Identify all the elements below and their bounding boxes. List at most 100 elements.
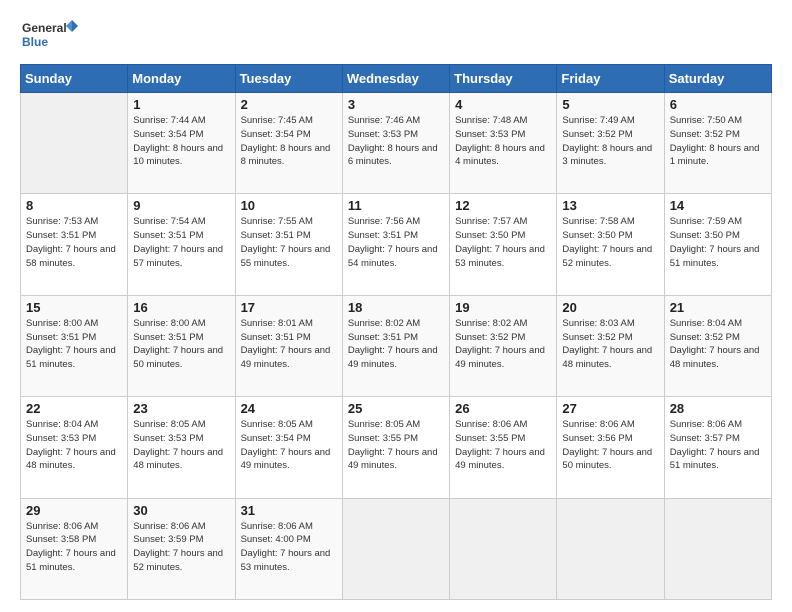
- calendar-week-5: 29 Sunrise: 8:06 AMSunset: 3:58 PMDaylig…: [21, 498, 772, 599]
- calendar-cell: 14 Sunrise: 7:59 AMSunset: 3:50 PMDaylig…: [664, 194, 771, 295]
- day-number: 22: [26, 401, 122, 416]
- calendar-cell: 22 Sunrise: 8:04 AMSunset: 3:53 PMDaylig…: [21, 397, 128, 498]
- day-info: Sunrise: 8:06 AMSunset: 3:56 PMDaylight:…: [562, 419, 652, 471]
- day-info: Sunrise: 8:05 AMSunset: 3:53 PMDaylight:…: [133, 419, 223, 471]
- day-number: 3: [348, 97, 444, 112]
- day-number: 10: [241, 198, 337, 213]
- calendar-cell: 21 Sunrise: 8:04 AMSunset: 3:52 PMDaylig…: [664, 295, 771, 396]
- day-info: Sunrise: 7:54 AMSunset: 3:51 PMDaylight:…: [133, 216, 223, 268]
- calendar-cell: 13 Sunrise: 7:58 AMSunset: 3:50 PMDaylig…: [557, 194, 664, 295]
- calendar-cell: 6 Sunrise: 7:50 AMSunset: 3:52 PMDayligh…: [664, 93, 771, 194]
- calendar-cell: 30 Sunrise: 8:06 AMSunset: 3:59 PMDaylig…: [128, 498, 235, 599]
- day-info: Sunrise: 8:06 AMSunset: 3:58 PMDaylight:…: [26, 521, 116, 573]
- calendar-cell: [21, 93, 128, 194]
- calendar-cell: 19 Sunrise: 8:02 AMSunset: 3:52 PMDaylig…: [450, 295, 557, 396]
- day-info: Sunrise: 7:56 AMSunset: 3:51 PMDaylight:…: [348, 216, 438, 268]
- day-number: 30: [133, 503, 229, 518]
- day-info: Sunrise: 8:00 AMSunset: 3:51 PMDaylight:…: [133, 318, 223, 370]
- col-header-saturday: Saturday: [664, 65, 771, 93]
- day-info: Sunrise: 8:02 AMSunset: 3:51 PMDaylight:…: [348, 318, 438, 370]
- day-info: Sunrise: 7:53 AMSunset: 3:51 PMDaylight:…: [26, 216, 116, 268]
- day-info: Sunrise: 7:46 AMSunset: 3:53 PMDaylight:…: [348, 115, 438, 167]
- day-number: 11: [348, 198, 444, 213]
- calendar-cell: 11 Sunrise: 7:56 AMSunset: 3:51 PMDaylig…: [342, 194, 449, 295]
- day-info: Sunrise: 8:04 AMSunset: 3:53 PMDaylight:…: [26, 419, 116, 471]
- calendar-cell: 1 Sunrise: 7:44 AMSunset: 3:54 PMDayligh…: [128, 93, 235, 194]
- calendar-cell: [557, 498, 664, 599]
- calendar-cell: 16 Sunrise: 8:00 AMSunset: 3:51 PMDaylig…: [128, 295, 235, 396]
- day-number: 26: [455, 401, 551, 416]
- day-info: Sunrise: 8:03 AMSunset: 3:52 PMDaylight:…: [562, 318, 652, 370]
- day-number: 17: [241, 300, 337, 315]
- day-info: Sunrise: 8:02 AMSunset: 3:52 PMDaylight:…: [455, 318, 545, 370]
- day-number: 27: [562, 401, 658, 416]
- day-number: 13: [562, 198, 658, 213]
- calendar-week-4: 22 Sunrise: 8:04 AMSunset: 3:53 PMDaylig…: [21, 397, 772, 498]
- calendar-cell: 28 Sunrise: 8:06 AMSunset: 3:57 PMDaylig…: [664, 397, 771, 498]
- calendar-cell: 26 Sunrise: 8:06 AMSunset: 3:55 PMDaylig…: [450, 397, 557, 498]
- day-number: 16: [133, 300, 229, 315]
- day-info: Sunrise: 7:44 AMSunset: 3:54 PMDaylight:…: [133, 115, 223, 167]
- calendar-week-2: 8 Sunrise: 7:53 AMSunset: 3:51 PMDayligh…: [21, 194, 772, 295]
- day-info: Sunrise: 7:50 AMSunset: 3:52 PMDaylight:…: [670, 115, 760, 167]
- day-number: 8: [26, 198, 122, 213]
- day-info: Sunrise: 8:04 AMSunset: 3:52 PMDaylight:…: [670, 318, 760, 370]
- col-header-wednesday: Wednesday: [342, 65, 449, 93]
- day-number: 29: [26, 503, 122, 518]
- calendar-cell: 12 Sunrise: 7:57 AMSunset: 3:50 PMDaylig…: [450, 194, 557, 295]
- day-number: 21: [670, 300, 766, 315]
- calendar-cell: 20 Sunrise: 8:03 AMSunset: 3:52 PMDaylig…: [557, 295, 664, 396]
- day-info: Sunrise: 8:05 AMSunset: 3:55 PMDaylight:…: [348, 419, 438, 471]
- col-header-sunday: Sunday: [21, 65, 128, 93]
- day-info: Sunrise: 8:01 AMSunset: 3:51 PMDaylight:…: [241, 318, 331, 370]
- day-number: 9: [133, 198, 229, 213]
- calendar-cell: 4 Sunrise: 7:48 AMSunset: 3:53 PMDayligh…: [450, 93, 557, 194]
- day-number: 19: [455, 300, 551, 315]
- calendar-cell: 9 Sunrise: 7:54 AMSunset: 3:51 PMDayligh…: [128, 194, 235, 295]
- calendar-cell: 2 Sunrise: 7:45 AMSunset: 3:54 PMDayligh…: [235, 93, 342, 194]
- calendar-cell: 8 Sunrise: 7:53 AMSunset: 3:51 PMDayligh…: [21, 194, 128, 295]
- day-number: 31: [241, 503, 337, 518]
- logo: General Blue: [20, 16, 80, 56]
- day-number: 28: [670, 401, 766, 416]
- calendar-cell: 10 Sunrise: 7:55 AMSunset: 3:51 PMDaylig…: [235, 194, 342, 295]
- svg-text:General: General: [22, 21, 67, 35]
- calendar-cell: 3 Sunrise: 7:46 AMSunset: 3:53 PMDayligh…: [342, 93, 449, 194]
- day-number: 14: [670, 198, 766, 213]
- calendar-cell: 31 Sunrise: 8:06 AMSunset: 4:00 PMDaylig…: [235, 498, 342, 599]
- day-info: Sunrise: 7:57 AMSunset: 3:50 PMDaylight:…: [455, 216, 545, 268]
- calendar-cell: 17 Sunrise: 8:01 AMSunset: 3:51 PMDaylig…: [235, 295, 342, 396]
- calendar-cell: 24 Sunrise: 8:05 AMSunset: 3:54 PMDaylig…: [235, 397, 342, 498]
- day-number: 23: [133, 401, 229, 416]
- svg-text:Blue: Blue: [22, 35, 48, 49]
- day-info: Sunrise: 8:06 AMSunset: 3:57 PMDaylight:…: [670, 419, 760, 471]
- calendar-cell: 29 Sunrise: 8:06 AMSunset: 3:58 PMDaylig…: [21, 498, 128, 599]
- col-header-monday: Monday: [128, 65, 235, 93]
- col-header-friday: Friday: [557, 65, 664, 93]
- day-number: 1: [133, 97, 229, 112]
- day-info: Sunrise: 8:00 AMSunset: 3:51 PMDaylight:…: [26, 318, 116, 370]
- day-info: Sunrise: 7:45 AMSunset: 3:54 PMDaylight:…: [241, 115, 331, 167]
- day-number: 12: [455, 198, 551, 213]
- day-number: 4: [455, 97, 551, 112]
- calendar-cell: [342, 498, 449, 599]
- day-number: 20: [562, 300, 658, 315]
- day-number: 6: [670, 97, 766, 112]
- day-info: Sunrise: 8:06 AMSunset: 4:00 PMDaylight:…: [241, 521, 331, 573]
- col-header-thursday: Thursday: [450, 65, 557, 93]
- calendar-cell: 18 Sunrise: 8:02 AMSunset: 3:51 PMDaylig…: [342, 295, 449, 396]
- day-info: Sunrise: 7:58 AMSunset: 3:50 PMDaylight:…: [562, 216, 652, 268]
- day-number: 24: [241, 401, 337, 416]
- calendar-cell: 15 Sunrise: 8:00 AMSunset: 3:51 PMDaylig…: [21, 295, 128, 396]
- day-info: Sunrise: 8:06 AMSunset: 3:59 PMDaylight:…: [133, 521, 223, 573]
- day-info: Sunrise: 7:55 AMSunset: 3:51 PMDaylight:…: [241, 216, 331, 268]
- day-number: 15: [26, 300, 122, 315]
- calendar-cell: 25 Sunrise: 8:05 AMSunset: 3:55 PMDaylig…: [342, 397, 449, 498]
- calendar-cell: 27 Sunrise: 8:06 AMSunset: 3:56 PMDaylig…: [557, 397, 664, 498]
- day-info: Sunrise: 8:06 AMSunset: 3:55 PMDaylight:…: [455, 419, 545, 471]
- calendar-cell: 5 Sunrise: 7:49 AMSunset: 3:52 PMDayligh…: [557, 93, 664, 194]
- day-info: Sunrise: 7:49 AMSunset: 3:52 PMDaylight:…: [562, 115, 652, 167]
- day-info: Sunrise: 8:05 AMSunset: 3:54 PMDaylight:…: [241, 419, 331, 471]
- day-number: 18: [348, 300, 444, 315]
- calendar-week-1: 1 Sunrise: 7:44 AMSunset: 3:54 PMDayligh…: [21, 93, 772, 194]
